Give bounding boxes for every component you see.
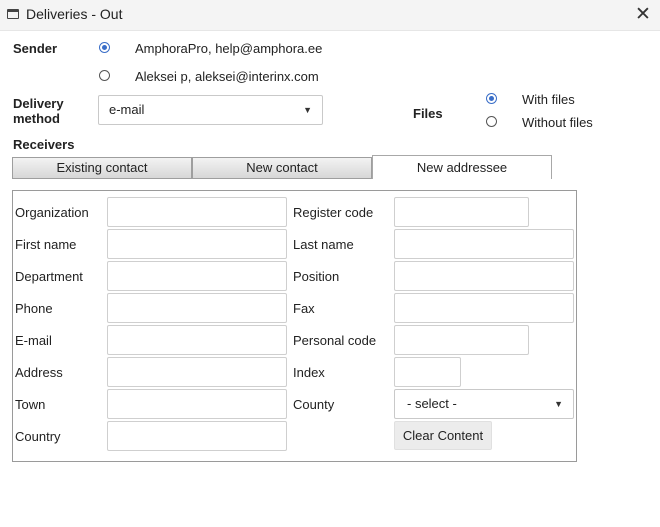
address-label: Address — [15, 365, 63, 380]
county-select[interactable]: - select - ▼ — [394, 389, 574, 419]
tab-new-addressee[interactable]: New addressee — [372, 155, 552, 179]
tab-existing-contact[interactable]: Existing contact — [12, 157, 192, 179]
files-radio-with[interactable] — [486, 93, 497, 104]
last-name-input[interactable] — [394, 229, 574, 259]
title-bar: Deliveries - Out ✕ — [0, 0, 660, 31]
town-label: Town — [15, 397, 46, 412]
personal-code-input[interactable] — [394, 325, 529, 355]
fax-input[interactable] — [394, 293, 574, 323]
country-label: Country — [15, 429, 61, 444]
county-select-value: - select - — [407, 396, 457, 411]
town-input[interactable] — [107, 389, 287, 419]
phone-input[interactable] — [107, 293, 287, 323]
email-label: E-mail — [15, 333, 52, 348]
department-input[interactable] — [107, 261, 287, 291]
receivers-label: Receivers — [13, 137, 75, 152]
files-label: Files — [413, 106, 443, 121]
first-name-input[interactable] — [107, 229, 287, 259]
files-option-with: With files — [522, 92, 575, 107]
clear-content-button[interactable]: Clear Content — [394, 421, 492, 450]
delivery-method-value: e-mail — [109, 102, 145, 117]
sender-label: Sender — [13, 41, 58, 56]
address-input[interactable] — [107, 357, 287, 387]
sender-radio-amphora[interactable] — [99, 42, 110, 53]
fax-label: Fax — [293, 301, 315, 316]
delivery-method-select[interactable]: e-mail ▼ — [98, 95, 323, 125]
register-code-label: Register code — [293, 205, 374, 220]
chevron-down-icon: ▼ — [554, 399, 563, 409]
register-code-input[interactable] — [394, 197, 529, 227]
county-label: County — [293, 397, 335, 412]
window-title: Deliveries - Out — [26, 6, 123, 22]
country-input[interactable] — [107, 421, 287, 451]
window-icon — [7, 9, 19, 19]
tab-new-contact[interactable]: New contact — [192, 157, 372, 179]
personal-code-label: Personal code — [293, 333, 377, 348]
sender-option-aleksei: Aleksei p, aleksei@interinx.com — [135, 69, 319, 84]
delivery-label-line2: method — [13, 111, 60, 126]
files-radio-without[interactable] — [486, 116, 497, 127]
first-name-label: First name — [15, 237, 77, 252]
department-label: Department — [15, 269, 83, 284]
close-icon[interactable]: ✕ — [632, 4, 654, 26]
index-input[interactable] — [394, 357, 461, 387]
sender-radio-aleksei[interactable] — [99, 70, 110, 81]
last-name-label: Last name — [293, 237, 354, 252]
delivery-method-label: Delivery method — [13, 96, 64, 126]
phone-label: Phone — [15, 301, 53, 316]
files-option-without: Without files — [522, 115, 593, 130]
position-input[interactable] — [394, 261, 574, 291]
email-input[interactable] — [107, 325, 287, 355]
organization-label: Organization — [15, 205, 89, 220]
index-label: Index — [293, 365, 325, 380]
chevron-down-icon: ▼ — [303, 105, 312, 115]
sender-option-amphora: AmphoraPro, help@amphora.ee — [135, 41, 323, 56]
delivery-label-line1: Delivery — [13, 96, 64, 111]
position-label: Position — [293, 269, 340, 284]
organization-input[interactable] — [107, 197, 287, 227]
